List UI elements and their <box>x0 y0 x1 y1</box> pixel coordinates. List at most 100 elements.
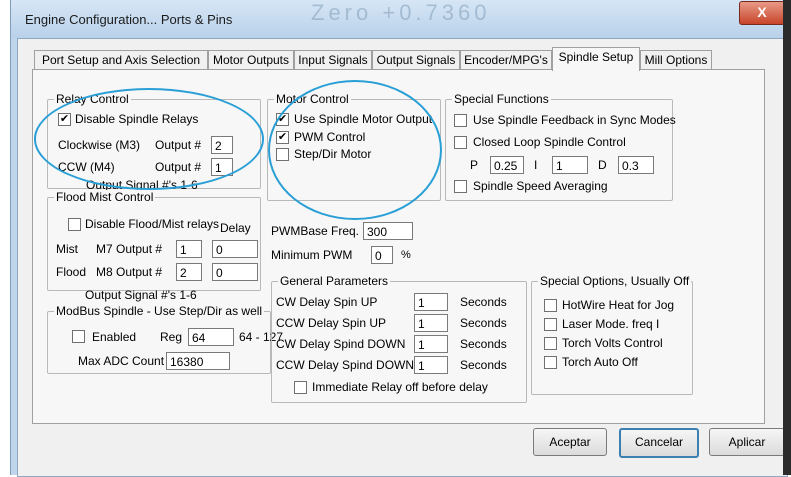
tab-label: Encoder/MPG's <box>464 53 548 67</box>
ccw-output-field[interactable]: 1 <box>211 158 233 176</box>
mist-output-field[interactable]: 1 <box>176 240 202 258</box>
title-bar[interactable]: Zero +0.7360 Engine Configuration... Por… <box>11 0 791 38</box>
flood-output-field[interactable]: 2 <box>176 263 202 281</box>
param-label: CCW Delay Spin UP <box>276 316 387 330</box>
max-adc-field[interactable]: 16380 <box>166 352 230 370</box>
param-label: CW Delay Spind DOWN <box>276 337 406 351</box>
p-field[interactable]: 0.25 <box>490 156 524 174</box>
minimum-pwm-label: Minimum PWM <box>271 248 353 262</box>
ccw-label: CCW (M4) <box>58 160 115 174</box>
immediate-relay-label: Immediate Relay off before delay <box>312 380 488 394</box>
step-dir-motor-label: Step/Dir Motor <box>294 147 372 161</box>
max-adc-label: Max ADC Count <box>78 354 165 368</box>
torch-auto-off-checkbox[interactable] <box>544 356 557 369</box>
special-options-group: Special Options, Usually Off HotWire Hea… <box>531 274 693 395</box>
ccw-output-label: Output # <box>155 160 202 174</box>
modbus-group: ModBus Spindle - Use Step/Dir as well En… <box>47 304 283 374</box>
closed-loop-checkbox[interactable] <box>454 136 467 149</box>
feedback-sync-label: Use Spindle Feedback in Sync Modes <box>473 113 676 127</box>
minimum-pwm-unit: % <box>401 249 411 261</box>
group-title: Relay Control <box>54 92 131 106</box>
general-parameters-group: General Parameters CW Delay Spin UP 1 Se… <box>271 274 527 403</box>
tab-input-signals[interactable]: Input Signals <box>294 50 372 70</box>
tab-label: Motor Outputs <box>212 53 290 67</box>
motor-control-group: Motor Control ✔ Use Spindle Motor Output… <box>267 92 441 201</box>
special-functions-group: Special Functions Use Spindle Feedback i… <box>445 92 676 201</box>
tab-motor-outputs[interactable]: Motor Outputs <box>208 50 294 70</box>
special-option-label: Torch Volts Control <box>562 336 663 350</box>
flood-mist-group: Flood Mist Control Disable Flood/Mist re… <box>47 190 261 291</box>
ccw-delay-spind-down-field[interactable]: 1 <box>414 356 448 374</box>
flood-output-signal-note: Output Signal #'s 1-6 <box>85 288 197 302</box>
group-title: Motor Control <box>274 92 351 106</box>
speed-averaging-label: Spindle Speed Averaging <box>473 179 608 193</box>
param-unit: Seconds <box>460 358 507 372</box>
close-icon: X <box>757 4 767 20</box>
flood-delay-field[interactable]: 0 <box>212 263 258 281</box>
engine-config-window: Zero +0.7360 Engine Configuration... Por… <box>10 0 791 477</box>
apply-button[interactable]: Aplicar <box>709 428 785 456</box>
use-spindle-motor-output-checkbox[interactable]: ✔ <box>276 113 289 126</box>
group-title: Special Functions <box>452 92 551 106</box>
special-option-label: HotWire Heat for Jog <box>562 298 675 312</box>
tab-output-signals[interactable]: Output Signals <box>372 50 460 70</box>
tab-label: Port Setup and Axis Selection <box>41 53 201 67</box>
torch-volts-checkbox[interactable] <box>544 337 557 350</box>
clockwise-output-field[interactable]: 2 <box>211 136 233 154</box>
tab-label: Spindle Setup <box>558 50 634 64</box>
tab-spindle-setup[interactable]: Spindle Setup <box>552 47 640 71</box>
reg-field[interactable]: 64 <box>188 328 234 346</box>
pwm-control-label: PWM Control <box>294 130 366 144</box>
cw-delay-spind-down-field[interactable]: 1 <box>414 335 448 353</box>
close-button[interactable]: X <box>739 1 785 25</box>
modbus-enabled-checkbox[interactable] <box>72 330 85 343</box>
dialog-client-area: Port Setup and Axis Selection Motor Outp… <box>17 38 788 477</box>
feedback-sync-checkbox[interactable] <box>454 114 467 127</box>
param-unit: Seconds <box>460 316 507 330</box>
clockwise-output-label: Output # <box>155 138 202 152</box>
tab-label: Mill Options <box>644 53 708 67</box>
tab-label: Output Signals <box>376 53 456 67</box>
p-label: P <box>470 158 479 172</box>
group-title: Special Options, Usually Off <box>538 274 692 288</box>
i-field[interactable]: 1 <box>552 156 588 174</box>
pwm-control-checkbox[interactable]: ✔ <box>276 131 289 144</box>
disable-spindle-relays-label: Disable Spindle Relays <box>75 112 199 126</box>
mist-output-label: M7 Output # <box>96 242 163 256</box>
immediate-relay-checkbox[interactable] <box>294 381 307 394</box>
minimum-pwm-field[interactable]: 0 <box>371 246 393 264</box>
mist-label: Mist <box>56 242 78 256</box>
d-label: D <box>598 158 607 172</box>
accept-button[interactable]: Aceptar <box>533 428 607 456</box>
window-title: Engine Configuration... Ports & Pins <box>25 12 233 27</box>
d-field[interactable]: 0.3 <box>618 156 654 174</box>
param-label: CCW Delay Spind DOWN <box>276 358 415 372</box>
tab-port-setup[interactable]: Port Setup and Axis Selection <box>34 50 208 70</box>
laser-mode-checkbox[interactable] <box>544 318 557 331</box>
tab-mill-options[interactable]: Mill Options <box>640 50 712 70</box>
disable-flood-mist-checkbox[interactable] <box>68 218 81 231</box>
param-label: CW Delay Spin UP <box>276 295 378 309</box>
screen-edge <box>783 0 791 475</box>
step-dir-motor-checkbox[interactable] <box>276 148 289 161</box>
clockwise-label: Clockwise (M3) <box>58 138 141 152</box>
mist-delay-field[interactable]: 0 <box>212 240 258 258</box>
closed-loop-label: Closed Loop Spindle Control <box>473 135 626 149</box>
delay-label: Delay <box>220 221 251 235</box>
cancel-button[interactable]: Cancelar <box>619 428 699 458</box>
modbus-enabled-label: Enabled <box>92 330 137 344</box>
ccw-delay-spin-up-field[interactable]: 1 <box>414 314 448 332</box>
group-title: Flood Mist Control <box>54 190 156 204</box>
reg-label: Reg <box>160 330 183 344</box>
relay-control-group: Relay Control ✔ Disable Spindle Relays C… <box>47 92 261 192</box>
hotwire-heat-checkbox[interactable] <box>544 299 557 312</box>
param-unit: Seconds <box>460 337 507 351</box>
special-option-label: Torch Auto Off <box>562 355 638 369</box>
speed-averaging-checkbox[interactable] <box>454 180 467 193</box>
pwm-base-freq-field[interactable]: 300 <box>363 222 413 240</box>
tab-encoder-mpg[interactable]: Encoder/MPG's <box>460 50 552 70</box>
disable-flood-mist-label: Disable Flood/Mist relays <box>85 217 220 231</box>
cw-delay-spin-up-field[interactable]: 1 <box>414 293 448 311</box>
disable-spindle-relays-checkbox[interactable]: ✔ <box>58 113 71 126</box>
pwm-base-freq-label: PWMBase Freq. <box>271 224 360 238</box>
